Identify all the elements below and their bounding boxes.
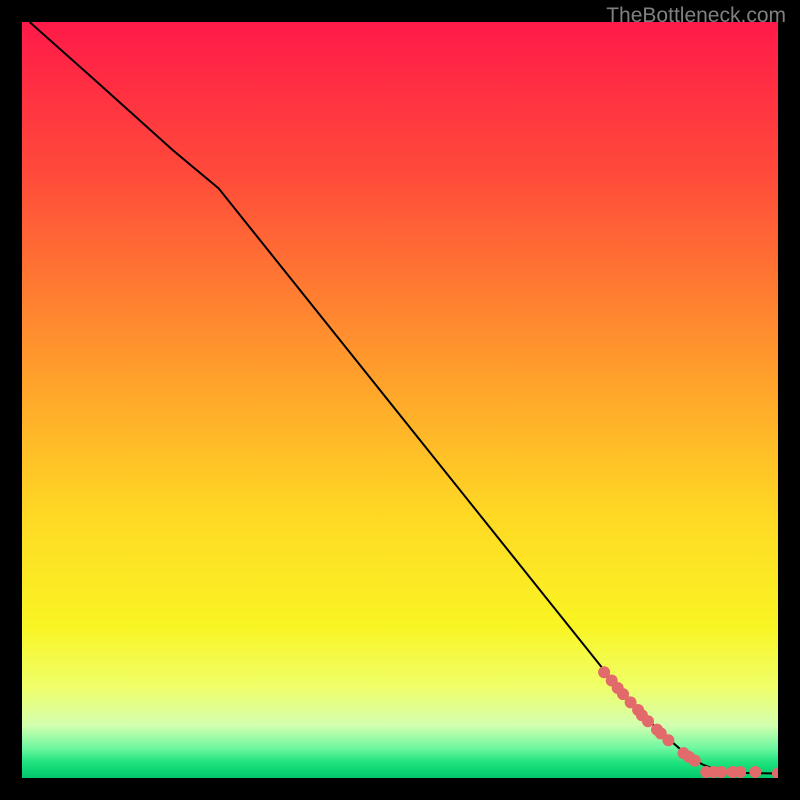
scatter-point xyxy=(662,734,674,746)
plot-canvas xyxy=(22,22,778,778)
scatter-point xyxy=(689,755,701,767)
scatter-point xyxy=(715,766,727,778)
watermark-text: TheBottleneck.com xyxy=(606,4,786,28)
scatter-point xyxy=(749,766,761,778)
scatter-point xyxy=(734,766,746,778)
gradient-background xyxy=(22,22,778,778)
plot-frame xyxy=(22,22,778,778)
scatter-point xyxy=(642,715,654,727)
